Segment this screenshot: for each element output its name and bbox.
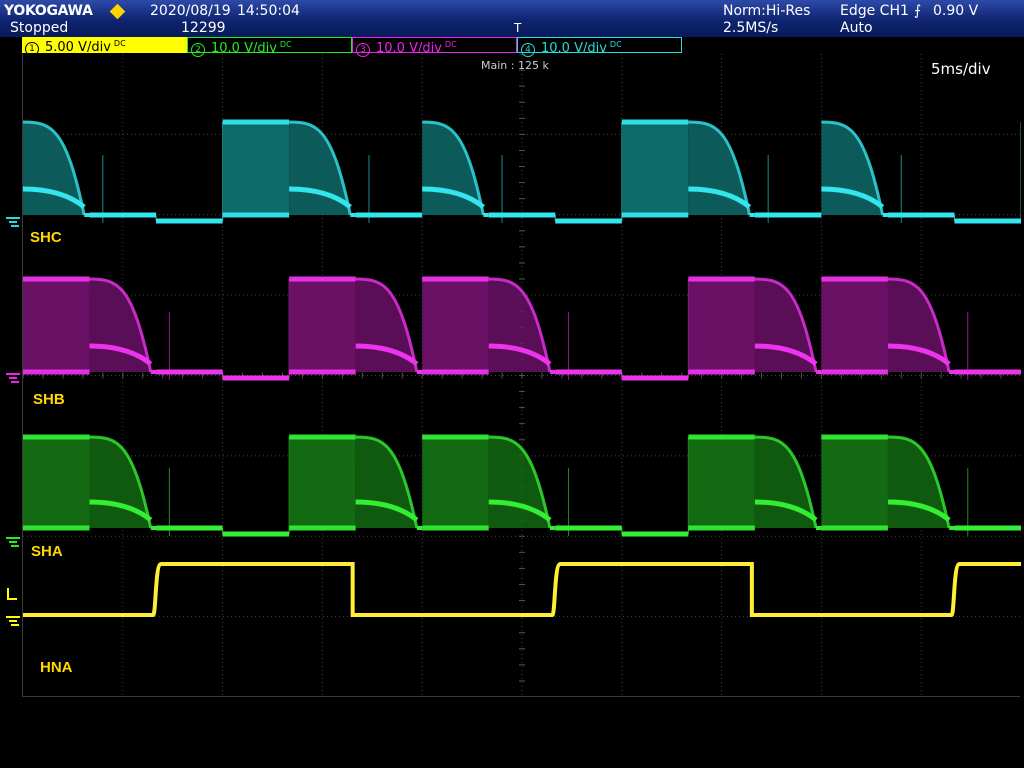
sha-pwm-band <box>422 437 489 528</box>
run-state: Stopped <box>10 20 69 36</box>
trace-label-hna: HNA <box>40 659 73 676</box>
shb-pwm-band <box>422 279 489 372</box>
trace-label-shb: SHB <box>33 391 65 408</box>
timebase: 5ms/div <box>931 60 991 78</box>
status-bar: YOKOGAWA Stopped 2020/08/19 14:50:04 122… <box>0 0 1024 37</box>
shb-pwm-band <box>289 279 356 372</box>
waveform-shb <box>23 276 1021 381</box>
shb-pwm-band <box>821 279 888 372</box>
sha-pwm-band <box>23 437 90 528</box>
waveform-sha <box>23 434 1021 537</box>
shc-pwm-band <box>222 122 290 215</box>
trigger-position-icon: T <box>514 21 522 35</box>
channel-4-setting[interactable]: 4 10.0 V/div DC <box>517 37 682 57</box>
trigger-level: 0.90 V <box>933 3 979 19</box>
trigger-level-marker-foot <box>7 598 17 600</box>
waveform-shc <box>23 119 1021 224</box>
scope-canvas <box>23 54 1021 697</box>
waveform-hna <box>23 562 1021 617</box>
channel-3-coupling-icon: DC <box>444 40 457 49</box>
date: 2020/08/19 <box>150 3 231 19</box>
ground-marker-ch4-icon <box>6 217 20 227</box>
channel-3-setting[interactable]: 3 10.0 V/div DC <box>352 37 517 57</box>
brand-diamond-icon <box>109 3 126 20</box>
channel-1-coupling-icon: DC <box>113 39 126 48</box>
channel-4-coupling-icon: DC <box>609 40 622 49</box>
sha-pwm-band <box>821 437 888 528</box>
ground-marker-ch1-icon <box>6 616 20 626</box>
waveform-display[interactable]: Main : 125 k 5ms/div SHC SHB SHA HNA <box>22 54 1021 697</box>
channel-2-setting[interactable]: 2 10.0 V/div DC <box>187 37 352 57</box>
shb-pwm-band <box>23 279 90 372</box>
channel-2-coupling-icon: DC <box>279 40 292 49</box>
time: 14:50:04 <box>237 3 300 19</box>
trigger-edge-icon: ⨍ <box>914 3 922 19</box>
hna-square-wave <box>23 562 1021 617</box>
trigger-mode: Auto <box>840 20 873 36</box>
acquisition-count: 12299 <box>181 20 226 36</box>
trace-label-shc: SHC <box>30 229 62 246</box>
channel-1-scale: 5.00 V/div <box>45 40 111 55</box>
brand-logo: YOKOGAWA <box>4 3 93 19</box>
shc-pwm-band <box>621 122 689 215</box>
sha-pwm-band <box>289 437 356 528</box>
trace-label-sha: SHA <box>31 543 63 560</box>
ground-marker-ch2-icon <box>6 537 20 547</box>
shb-pwm-band <box>688 279 755 372</box>
graticule-grid <box>23 54 1021 697</box>
channel-1-setting[interactable]: 1 5.00 V/div DC <box>22 37 187 56</box>
main-record-length: Main : 125 k <box>481 59 549 72</box>
sample-rate: 2.5MS/s <box>723 20 779 36</box>
acquisition-mode: Norm:Hi-Res <box>723 3 811 19</box>
sha-pwm-band <box>688 437 755 528</box>
ground-marker-ch3-icon <box>6 373 20 383</box>
trigger-setting: Edge CH1 <box>840 3 909 19</box>
